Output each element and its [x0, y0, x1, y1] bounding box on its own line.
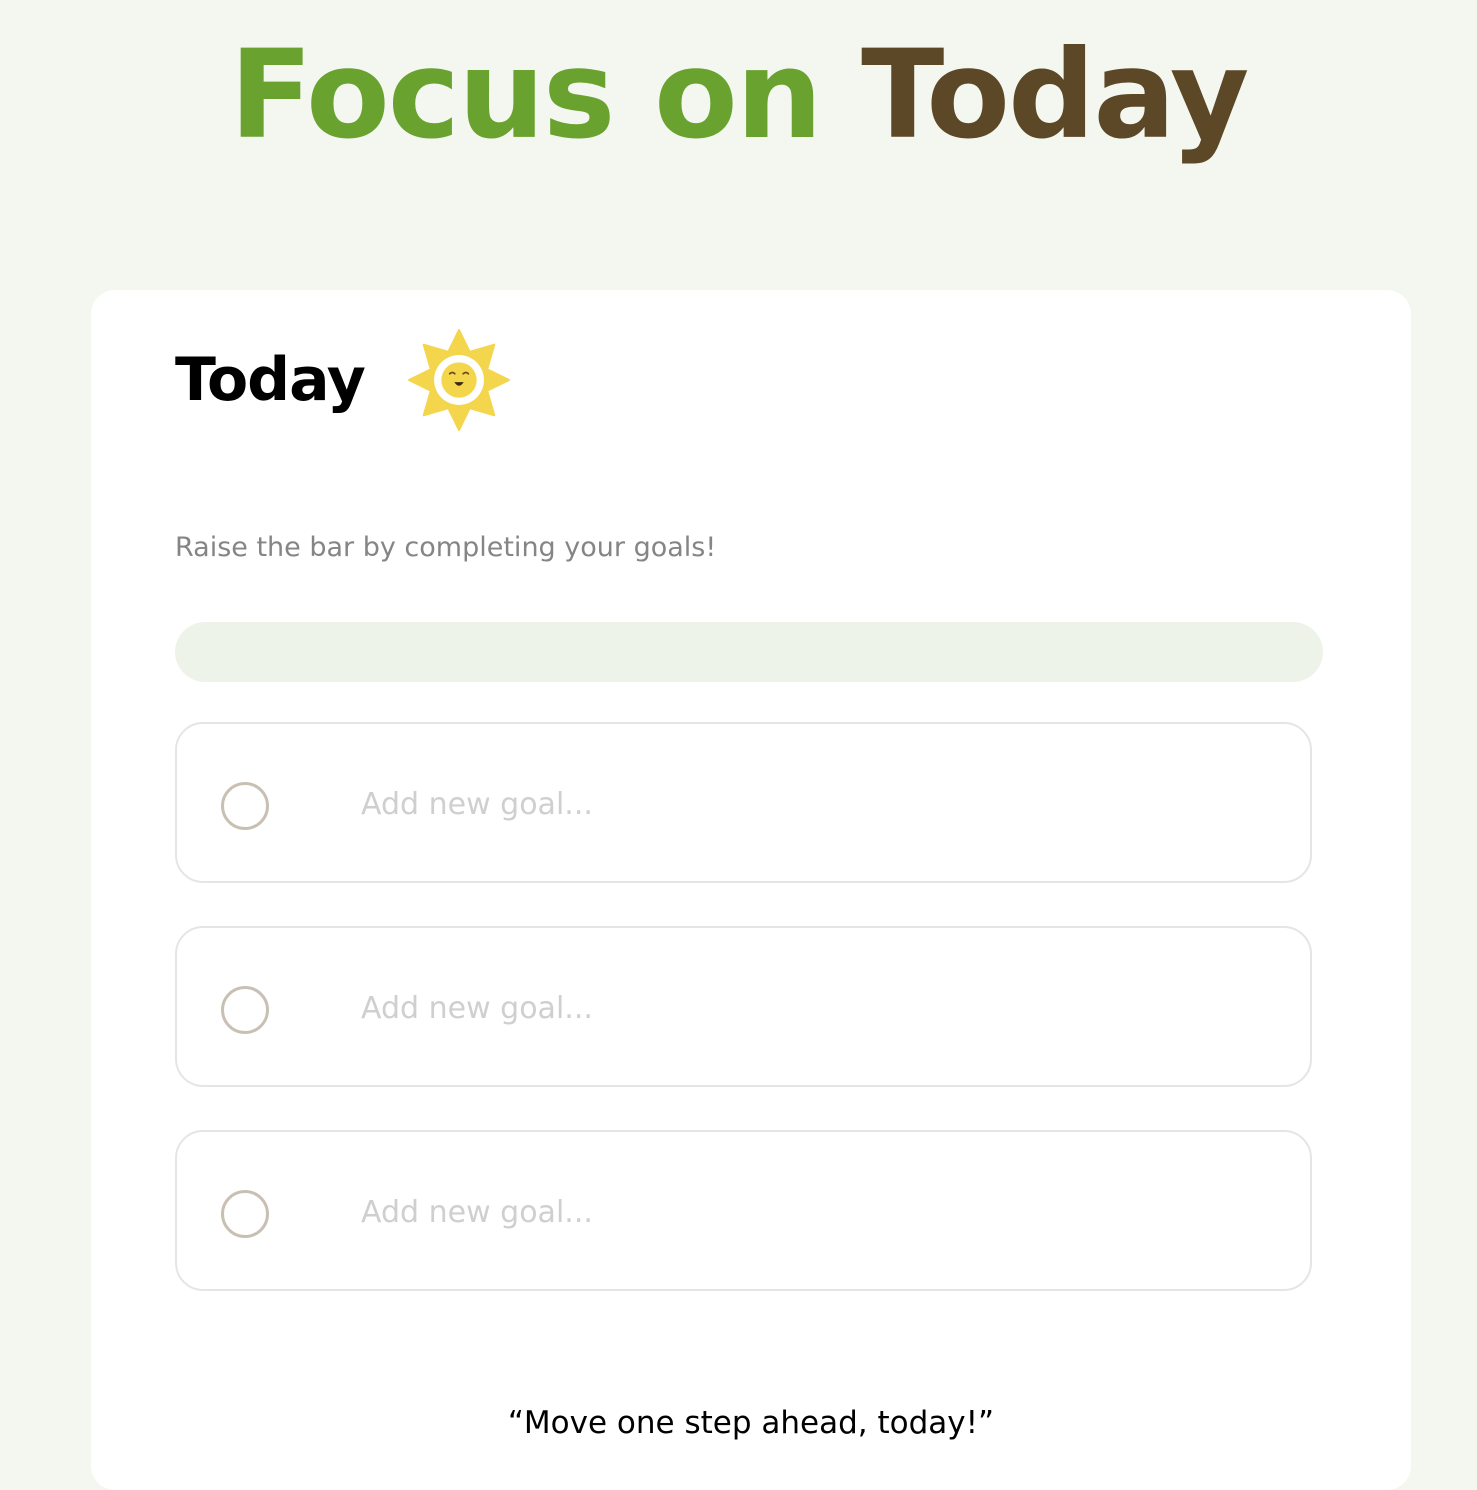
motivational-quote: “Move one step ahead, today!” — [507, 1405, 995, 1441]
smiling-sun-icon — [407, 329, 510, 431]
card-header: Today — [175, 328, 511, 432]
goal-item-3 — [175, 1130, 1312, 1291]
goal-input-1[interactable] — [361, 772, 1261, 836]
goal-checkbox-2[interactable] — [221, 986, 269, 1034]
progress-subtitle: Raise the bar by completing your goals! — [175, 532, 717, 563]
goal-item-2 — [175, 926, 1312, 1087]
app-title-focus-on: Focus on — [229, 24, 823, 166]
goal-input-2[interactable] — [361, 976, 1261, 1040]
card-heading: Today — [175, 345, 366, 415]
app-title: Focus on Today — [0, 22, 1477, 168]
goal-input-3[interactable] — [361, 1180, 1261, 1244]
goal-item-1 — [175, 722, 1312, 883]
app-title-today: Today — [861, 24, 1249, 166]
goals-card: Today Raise the bar by completing your g… — [91, 290, 1411, 1490]
progress-bar — [175, 622, 1323, 682]
goal-checkbox-1[interactable] — [221, 782, 269, 830]
goal-checkbox-3[interactable] — [221, 1190, 269, 1238]
